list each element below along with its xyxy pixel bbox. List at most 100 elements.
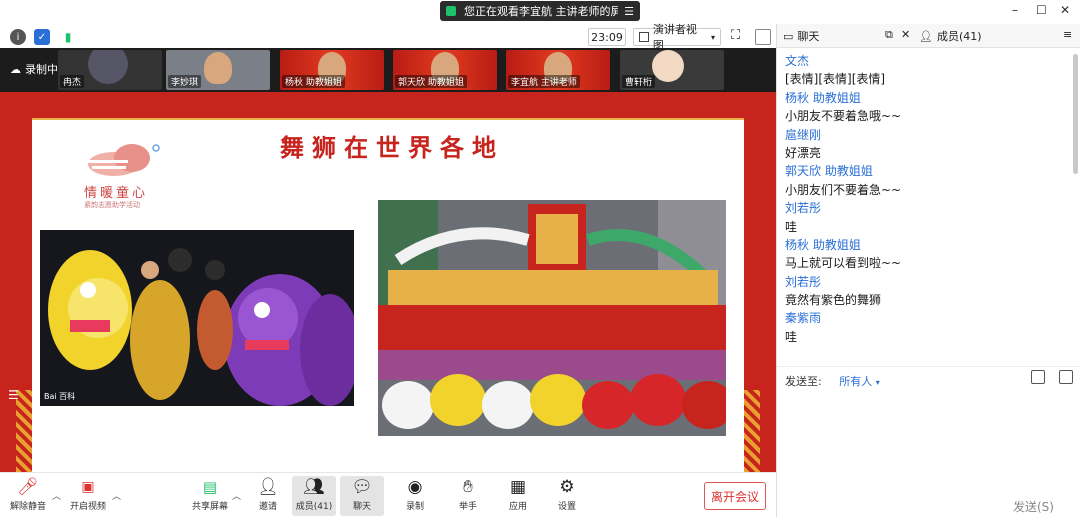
meeting-control-bar: 🎤︎ 解除静音 ︿ ▣ 开启视频 ︿ ▤ 共享屏幕 ︿ 👤︎ 邀请 👥︎ 成员(…: [0, 472, 776, 517]
chat-message: 小朋友们不要着急~~: [785, 182, 902, 197]
raise-hand-label: 举手: [458, 502, 477, 512]
fullscreen-icon[interactable]: ⛶: [731, 28, 747, 44]
chat-scrollbar[interactable]: [1073, 54, 1078, 174]
share-screen-button[interactable]: ▤ 共享屏幕: [188, 476, 232, 516]
tab-members[interactable]: 👤︎ 成员(41): [919, 28, 982, 44]
participant-name: 李宜航 主讲老师: [508, 75, 580, 88]
chat-sender: 刘若彤: [785, 201, 822, 216]
meeting-timer: 23:09: [588, 28, 626, 46]
drag-handle-icon[interactable]: ☰: [8, 388, 22, 408]
participant-thumb[interactable]: 李宜航 主讲老师: [506, 50, 610, 90]
user-icon: 👤︎: [919, 29, 933, 43]
shield-icon[interactable]: ✓: [34, 29, 50, 45]
lion-dance-group-photo: [378, 200, 726, 436]
recording-indicator[interactable]: ☁ 录制中: [10, 61, 58, 77]
chat-bubble-icon: 💬︎: [351, 477, 373, 497]
close-button[interactable]: ✕: [1060, 3, 1070, 17]
screen-share-notice[interactable]: 您正在观看李宜航 主讲老师的屏幕 ☰: [440, 1, 640, 21]
camera-off-icon: ▣: [81, 479, 95, 495]
send-to-label: 发送至:: [785, 375, 822, 388]
close-icon[interactable]: ✕: [901, 28, 910, 41]
participant-thumb[interactable]: 曹轩桁: [620, 50, 724, 90]
participant-strip: 冉杰 李妙琪 杨秋 助教姐姐 郭天欣 助教姐姐 李宜航 主讲老师 曹轩桁 ☁ 录…: [0, 48, 776, 92]
add-user-icon: 👤︎: [257, 477, 279, 497]
avatar: [88, 50, 128, 84]
participant-name: 郭天欣 助教姐姐: [395, 75, 467, 88]
invite-label: 邀请: [258, 502, 277, 512]
shared-slide-frame: 情暖童心 紧韵志愿助学活动 舞狮在世界各地 Bai 百科: [16, 100, 760, 472]
settings-label: 设置: [557, 502, 576, 512]
participant-name: 曹轩桁: [622, 75, 656, 88]
record-button[interactable]: ◉ 录制: [393, 476, 437, 516]
side-panel: ▭ 聊天 ⧉ ✕ 👤︎ 成员(41) ≡ 文杰 [表情][表情][表情] 杨秋 …: [776, 24, 1080, 517]
popout-icon[interactable]: ⧉: [885, 28, 893, 42]
apps-grid-icon: ▦: [509, 477, 527, 497]
send-to-dropdown[interactable]: 所有人 ▾: [839, 375, 880, 388]
menu-icon[interactable]: ☰: [624, 5, 634, 18]
chat-label: 聊天: [352, 502, 371, 512]
participant-name: 杨秋 助教姐姐: [282, 75, 345, 88]
chat-message: 竟然有紫色的舞狮: [785, 293, 882, 308]
view-mode-dropdown[interactable]: 演讲者视图 ▾: [633, 23, 721, 52]
send-to-value: 所有人: [839, 375, 873, 388]
members-tab-label: 成员(41): [936, 30, 982, 43]
chat-message: 好漂亮: [785, 145, 822, 160]
chat-message: 小朋友不要着急哦~~: [785, 109, 902, 124]
gear-icon: ⚙: [559, 477, 575, 497]
share-screen-icon: [446, 6, 456, 16]
signal-icon[interactable]: ▮: [60, 29, 76, 45]
chevron-up-icon[interactable]: ︿: [112, 489, 121, 502]
chat-sender: 秦紫雨: [785, 311, 822, 326]
shared-slide: 情暖童心 紧韵志愿助学活动 舞狮在世界各地 Bai 百科: [32, 118, 744, 472]
record-label: 录制: [405, 502, 424, 512]
meeting-toolbar: i ✓ ▮ 23:09 演讲者视图 ▾ ⛶: [0, 23, 775, 52]
slide-decoration: [744, 390, 760, 472]
users-icon: 👥︎: [303, 477, 325, 497]
menu-icon[interactable]: ≡: [1063, 28, 1072, 41]
avatar: [204, 52, 232, 84]
minimize-button[interactable]: –: [1012, 3, 1018, 17]
leave-meeting-button[interactable]: 离开会议: [704, 482, 766, 510]
chat-message: [表情][表情][表情]: [785, 72, 886, 87]
avatar: [652, 50, 684, 82]
unmute-label: 解除静音: [9, 502, 46, 512]
raise-hand-button[interactable]: ✋︎ 举手: [446, 476, 490, 516]
settings-button[interactable]: ⚙ 设置: [545, 476, 589, 516]
chat-message: 马上就可以看到啦~~: [785, 256, 902, 271]
logo-subtitle: 紧韵志愿助学活动: [84, 201, 140, 209]
start-video-button[interactable]: ▣ 开启视频: [66, 476, 110, 516]
tab-chat[interactable]: ▭ 聊天: [783, 28, 819, 44]
chat-bubble-icon: ▭: [783, 29, 794, 43]
chat-message-list[interactable]: 文杰 [表情][表情][表情] 杨秋 助教姐姐 小朋友不要着急哦~~ 扈继刚 好…: [777, 50, 1080, 372]
participant-name: 冉杰: [60, 75, 85, 88]
participant-thumb[interactable]: 郭天欣 助教姐姐: [393, 50, 497, 90]
chevron-up-icon[interactable]: ︿: [232, 489, 241, 502]
chat-tab-label: 聊天: [797, 30, 820, 43]
chat-input[interactable]: [777, 390, 1080, 490]
participant-thumb[interactable]: 冉杰: [58, 50, 162, 90]
unmute-button[interactable]: 🎤︎ 解除静音: [6, 476, 50, 516]
chat-sender: 文杰: [785, 54, 810, 68]
maximize-button[interactable]: ☐: [1036, 3, 1047, 17]
members-button[interactable]: 👥︎ 成员(41): [292, 476, 336, 516]
participant-name: 李妙琪: [168, 75, 202, 88]
invite-button[interactable]: 👤︎ 邀请: [246, 476, 290, 516]
chat-message: 哇: [785, 329, 798, 344]
chat-sender: 扈继刚: [785, 127, 822, 142]
info-icon[interactable]: i: [10, 29, 26, 45]
chat-button[interactable]: 💬︎ 聊天: [340, 476, 384, 516]
apps-button[interactable]: ▦ 应用: [496, 476, 540, 516]
send-button[interactable]: 发送(S): [1013, 498, 1057, 516]
participant-thumb[interactable]: 李妙琪: [166, 50, 270, 90]
chevron-up-icon[interactable]: ︿: [52, 489, 61, 502]
lion-dance-photo: Bai 百科: [40, 230, 354, 406]
file-icon[interactable]: [1031, 370, 1045, 384]
video-area: 冉杰 李妙琪 杨秋 助教姐姐 郭天欣 助教姐姐 李宜航 主讲老师 曹轩桁 ☁ 录…: [0, 48, 776, 472]
chat-sender: 刘若彤: [785, 274, 822, 289]
participant-thumb[interactable]: 杨秋 助教姐姐: [280, 50, 384, 90]
image-icon[interactable]: [1059, 370, 1073, 384]
chat-sender: 杨秋 助教姐姐: [785, 90, 861, 105]
cloud-record-icon: ☁: [10, 62, 21, 76]
lion-dance-image: [40, 230, 354, 406]
sidebar-toggle-icon[interactable]: [755, 29, 771, 45]
